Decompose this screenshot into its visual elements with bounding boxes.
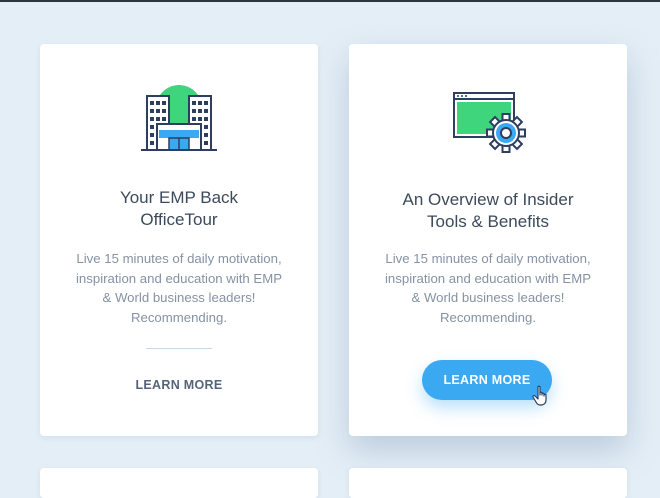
card-title-line: Your EMP Back bbox=[119, 188, 239, 207]
card-title-line: An Overview of Insider bbox=[402, 190, 574, 209]
browser-settings-icon bbox=[453, 92, 526, 153]
top-border bbox=[0, 0, 660, 2]
description-line: inspiration and education with EMP bbox=[385, 270, 591, 286]
card-title: An Overview of Insider Tools & Benefits bbox=[369, 189, 607, 233]
description-line: & World business leaders! bbox=[411, 290, 565, 305]
description-line: Recommending. bbox=[439, 309, 537, 325]
description-line: Live 15 minutes of daily motivation, bbox=[76, 251, 282, 266]
hand-cursor-icon bbox=[532, 385, 547, 406]
card-back-office-tour[interactable]: Your EMP Back OfficeTour Live 15 minutes… bbox=[40, 44, 318, 436]
description-line: Recommending. bbox=[130, 309, 228, 325]
learn-more-link[interactable]: LEARN MORE bbox=[40, 378, 318, 392]
card-insider-tools[interactable]: An Overview of Insider Tools & Benefits … bbox=[349, 44, 627, 436]
card-description: Live 15 minutes of daily motivation, ins… bbox=[373, 249, 603, 327]
card-partial bbox=[349, 468, 627, 498]
divider bbox=[146, 348, 212, 349]
card-title-line: OfficeTour bbox=[140, 210, 218, 229]
card-partial bbox=[40, 468, 318, 498]
description-line: & World business leaders! bbox=[102, 290, 256, 305]
description-line: Live 15 minutes of daily motivation, bbox=[385, 251, 591, 266]
card-title: Your EMP Back OfficeTour bbox=[60, 187, 298, 231]
description-line: inspiration and education with EMP bbox=[76, 270, 282, 286]
office-building-icon bbox=[141, 85, 217, 151]
card-title-line: Tools & Benefits bbox=[427, 212, 549, 231]
card-description: Live 15 minutes of daily motivation, ins… bbox=[64, 249, 294, 327]
